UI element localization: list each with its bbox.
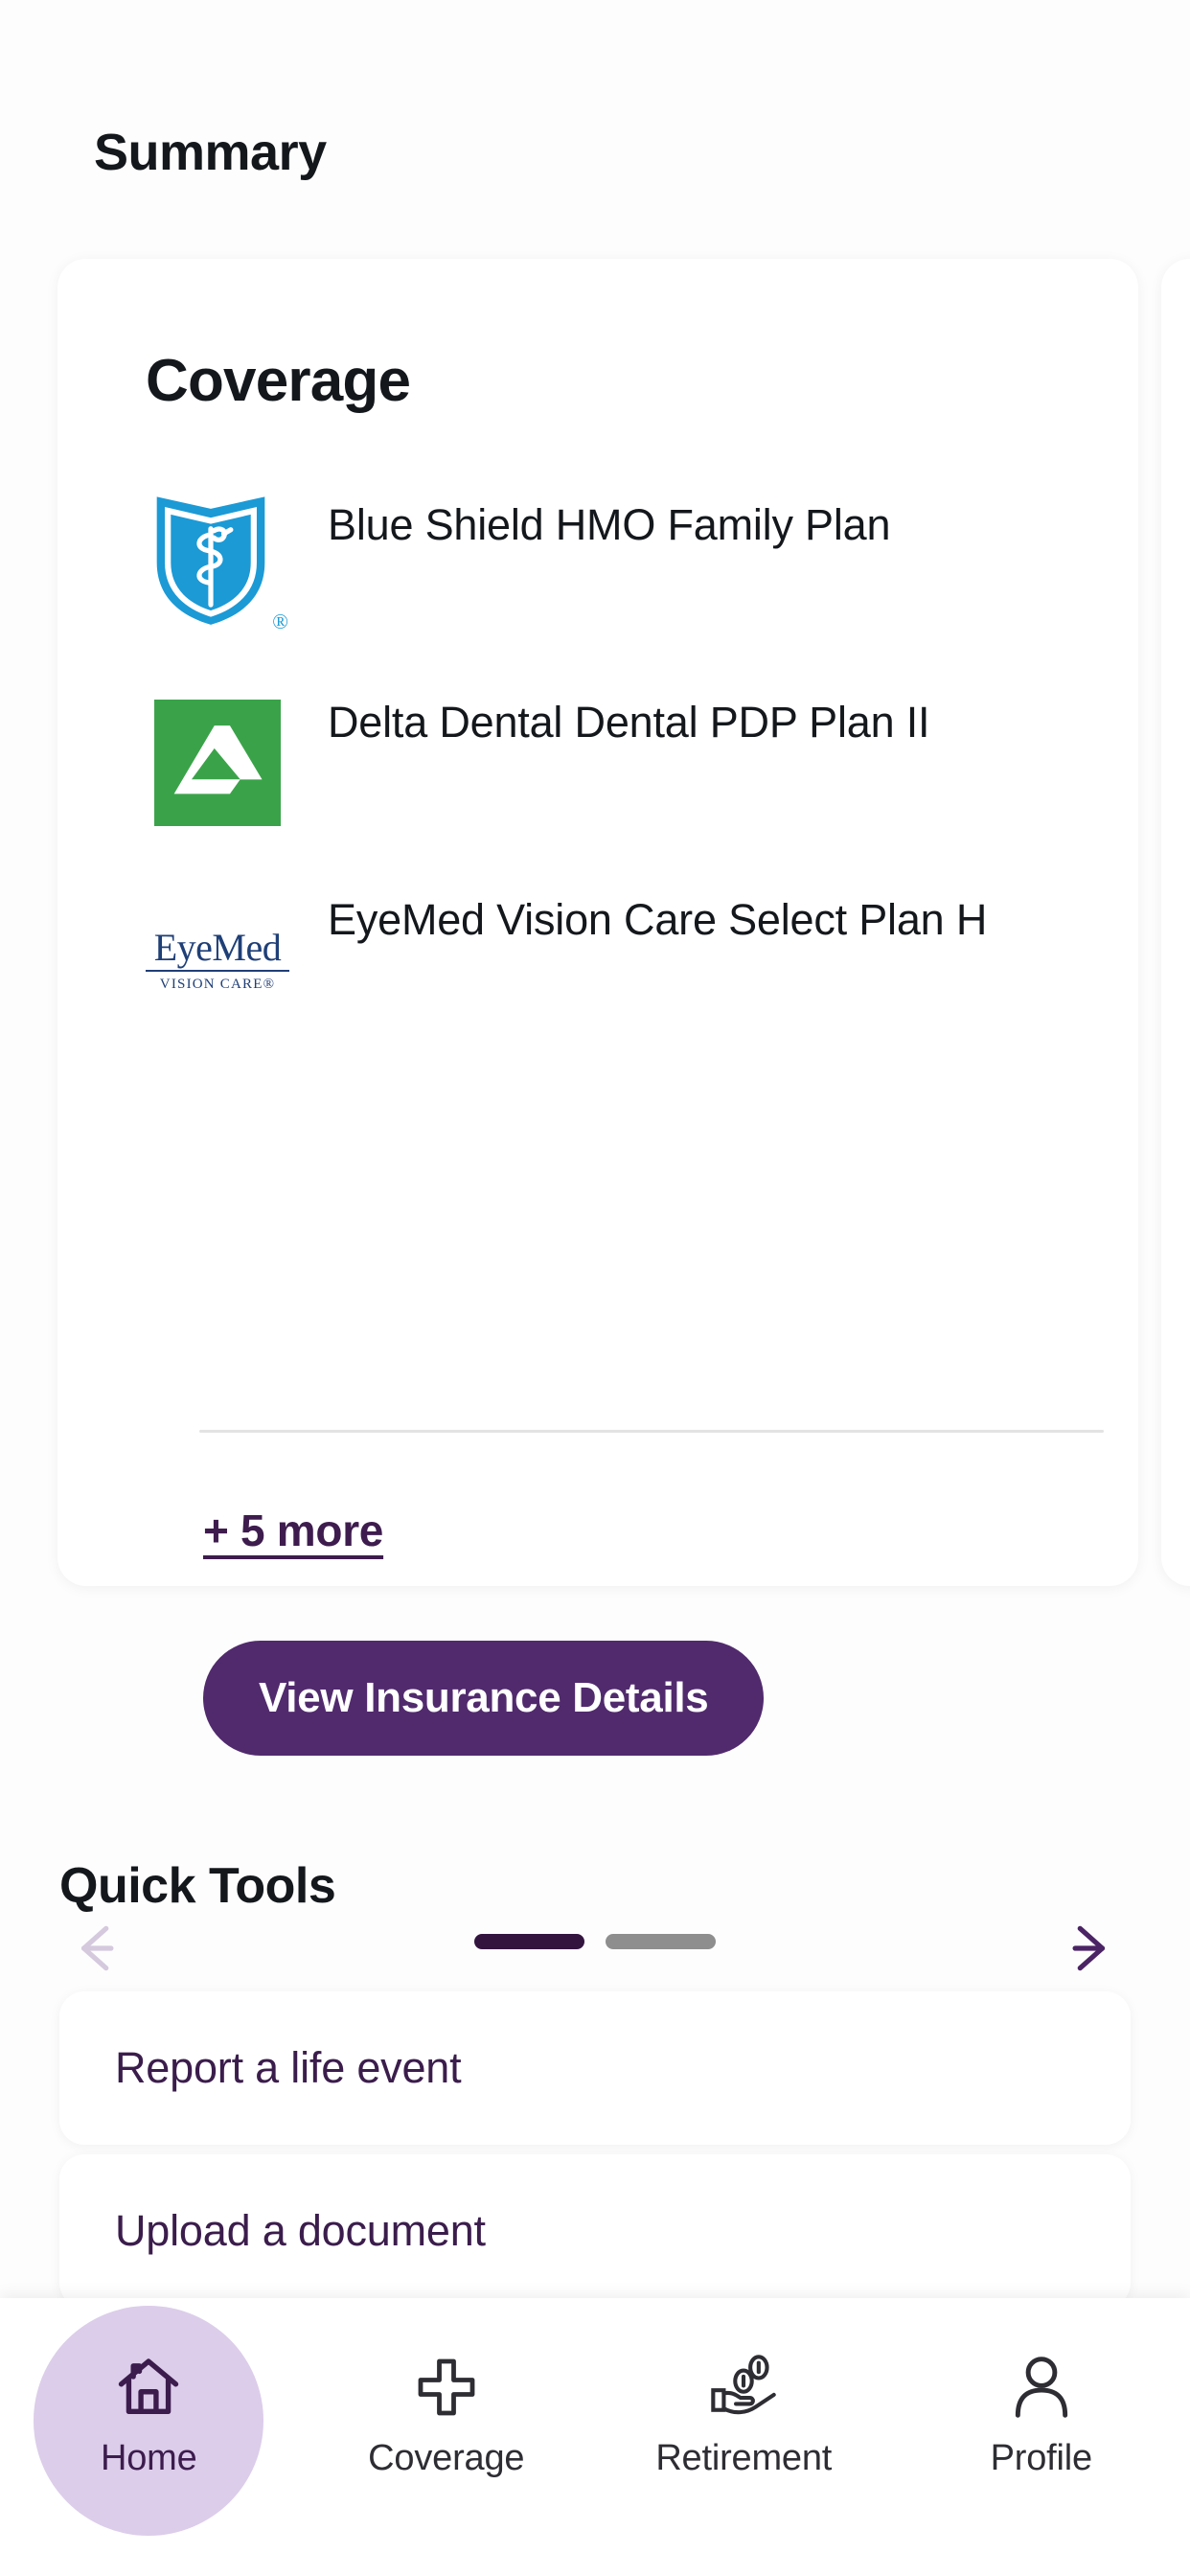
- nav-tab-coverage[interactable]: Coverage: [298, 2298, 596, 2528]
- quick-tool-report-life-event[interactable]: Report a life event: [59, 1991, 1131, 2145]
- carousel-dots[interactable]: [474, 1934, 716, 1949]
- show-more-link[interactable]: + 5 more: [203, 1505, 383, 1556]
- quick-tool-label: Upload a document: [115, 2206, 486, 2255]
- app-screen: Summary Coverage ® Blue Shield HMO Famil…: [0, 0, 1190, 2576]
- nav-tab-profile[interactable]: Profile: [893, 2298, 1190, 2528]
- nav-label-coverage: Coverage: [368, 2437, 525, 2478]
- quick-tool-label: Report a life event: [115, 2043, 462, 2092]
- carousel-prev-button[interactable]: [56, 1905, 142, 1991]
- nav-tab-home[interactable]: Home: [0, 2298, 298, 2536]
- nav-label-home: Home: [100, 2437, 197, 2478]
- quick-tool-upload-document[interactable]: Upload a document: [59, 2154, 1131, 2308]
- carousel-dot-1[interactable]: [474, 1934, 584, 1949]
- card-title: Coverage: [146, 348, 411, 414]
- plan-name: Delta Dental Dental PDP Plan II: [328, 698, 930, 747]
- nav-tab-retirement[interactable]: Retirement: [595, 2298, 893, 2528]
- eyemed-logo: EyeMed VISION CARE®: [146, 884, 289, 1037]
- list-item[interactable]: EyeMed VISION CARE® EyeMed Vision Care S…: [57, 884, 1138, 1037]
- coverage-carousel[interactable]: Coverage ® Blue Shield HMO Family Plan D…: [0, 249, 1190, 1971]
- quick-tools-heading: Quick Tools: [59, 1858, 336, 1914]
- divider: [199, 1430, 1104, 1433]
- coverage-card-next[interactable]: [1161, 259, 1190, 1586]
- plan-name: EyeMed Vision Care Select Plan H: [328, 895, 988, 944]
- view-insurance-details-button[interactable]: View Insurance Details: [203, 1641, 765, 1756]
- bottom-navigation-bar: Home Coverage Retirement Profile: [0, 2298, 1190, 2576]
- page-title: Summary: [94, 124, 327, 181]
- delta-dental-logo: [146, 686, 289, 840]
- nav-label-retirement: Retirement: [655, 2437, 833, 2478]
- carousel-next-button[interactable]: [1044, 1905, 1131, 1991]
- person-icon: [1002, 2348, 1081, 2426]
- list-item[interactable]: ® Blue Shield HMO Family Plan: [57, 489, 1138, 642]
- home-icon: [109, 2348, 188, 2426]
- plus-cross-icon: [407, 2348, 486, 2426]
- eyemed-wordmark: EyeMed: [146, 929, 289, 972]
- nav-label-profile: Profile: [990, 2437, 1093, 2478]
- list-item[interactable]: Delta Dental Dental PDP Plan II: [57, 686, 1138, 840]
- registered-mark: ®: [272, 610, 288, 633]
- arrow-right-icon: [1072, 1925, 1106, 1971]
- plan-name: Blue Shield HMO Family Plan: [328, 500, 891, 549]
- plan-list: ® Blue Shield HMO Family Plan Delta Dent…: [57, 489, 1138, 1081]
- eyemed-tagline: VISION CARE®: [159, 977, 276, 992]
- coverage-card[interactable]: Coverage ® Blue Shield HMO Family Plan D…: [57, 259, 1138, 1756]
- blue-shield-logo: ®: [146, 489, 289, 642]
- arrow-left-icon: [80, 1925, 114, 1971]
- hand-coins-icon: [704, 2348, 783, 2426]
- carousel-dot-2[interactable]: [606, 1934, 716, 1949]
